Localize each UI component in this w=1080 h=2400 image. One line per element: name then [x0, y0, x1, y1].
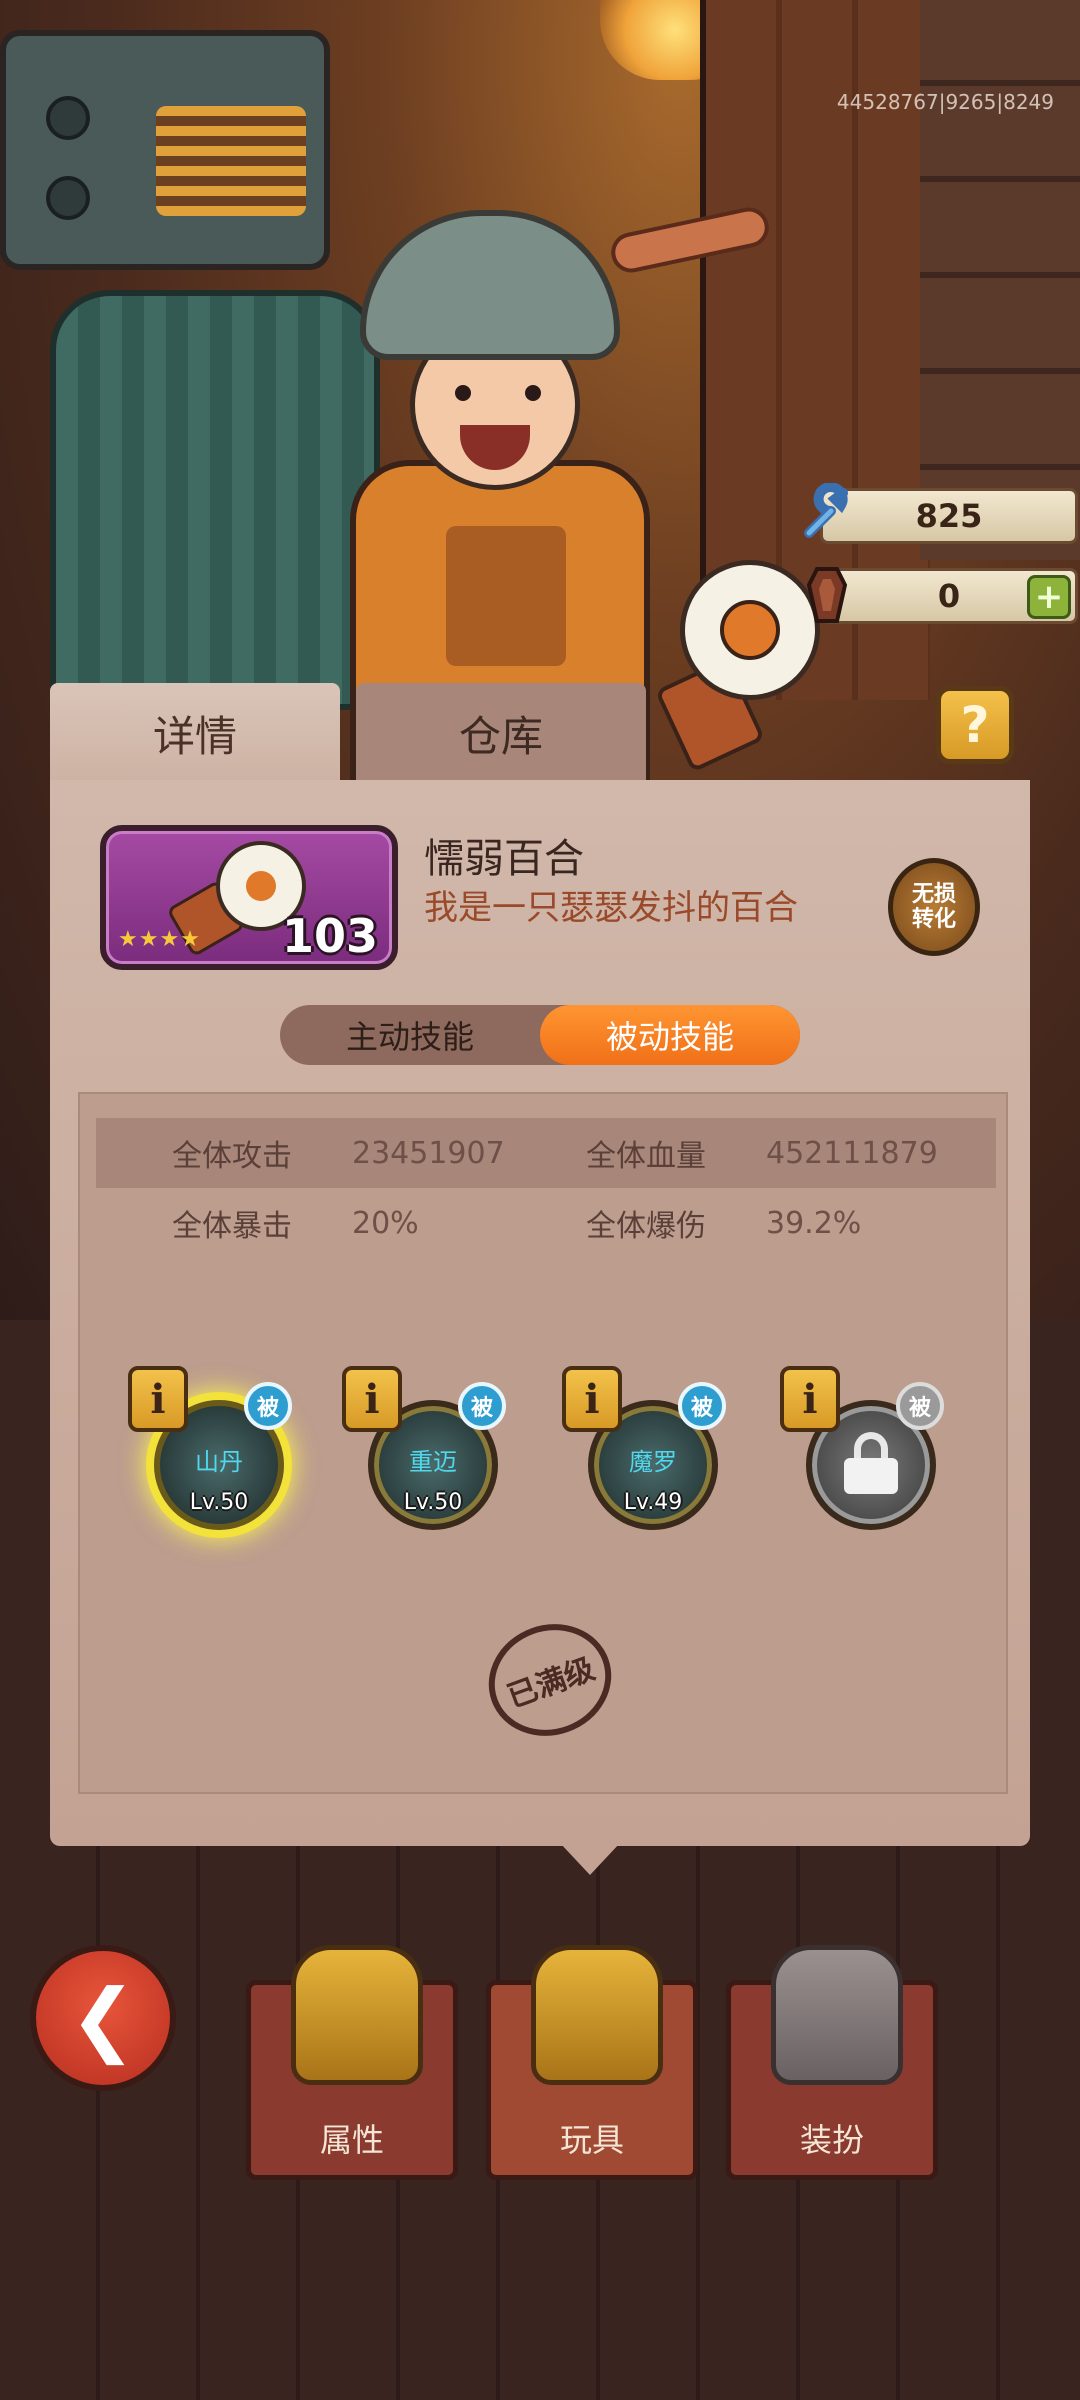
character-bust-icon	[291, 1945, 423, 2085]
coffin-currency-value: 0	[937, 577, 961, 615]
nav-outfit[interactable]: 装扮	[726, 1945, 938, 2180]
lossless-convert-button[interactable]: 无损 转化	[888, 858, 980, 956]
wrench-currency-value: 825	[915, 497, 983, 535]
active-skills-tab[interactable]: 主动技能	[280, 1005, 540, 1065]
skill-level: Lv.50	[189, 1490, 249, 1515]
skill-slot-4-locked[interactable]: i 被	[780, 1366, 946, 1540]
star-rating: ★★★★	[118, 927, 201, 952]
skill-name: 重迈	[409, 1448, 457, 1476]
crates-prop	[920, 0, 1080, 560]
stat-value-crit-dmg: 39.2%	[766, 1205, 862, 1241]
passive-skills-tab[interactable]: 被动技能	[540, 1005, 800, 1065]
passive-badge: 被	[678, 1382, 726, 1430]
nav-toys-label: 玩具	[559, 2121, 624, 2159]
convert-label-line2: 转化	[911, 907, 956, 932]
skill-slot-2[interactable]: 重迈 Lv.50 i 被	[342, 1366, 508, 1540]
stat-label-crit: 全体暴击	[172, 1209, 292, 1244]
back-arrow-icon: ❮	[69, 1971, 137, 2065]
skill-type-toggle: 主动技能 被动技能	[280, 1005, 800, 1065]
tab-warehouse[interactable]: 仓库	[356, 683, 646, 783]
skill-info-button[interactable]: i	[128, 1366, 188, 1432]
wrench-currency-bar: 825	[804, 483, 1078, 544]
skill-name: 山丹	[195, 1448, 243, 1476]
help-button[interactable]: ?	[936, 686, 1014, 764]
item-card[interactable]: ★★★★ 103	[100, 825, 398, 970]
stat-label-attack: 全体攻击	[172, 1139, 292, 1174]
convert-label-line1: 无损	[911, 881, 956, 907]
stat-label-hp: 全体血量	[586, 1139, 706, 1174]
wrench-icon	[804, 483, 848, 538]
coffin-currency-bar: 0 +	[806, 567, 1078, 624]
skill-info-button[interactable]: i	[780, 1366, 840, 1432]
skill-slot-3[interactable]: 魔罗 Lv.49 i 被	[562, 1366, 728, 1540]
skill-slot-1[interactable]: 山丹 Lv.50 i 被	[128, 1366, 294, 1540]
passive-badge: 被	[896, 1382, 944, 1430]
stat-value-crit: 20%	[352, 1205, 419, 1241]
item-name: 懦弱百合	[424, 836, 584, 882]
nav-outfit-label: 装扮	[799, 2121, 864, 2159]
skill-info-button[interactable]: i	[562, 1366, 622, 1432]
nav-toys[interactable]: 玩具	[486, 1945, 698, 2180]
nav-attributes[interactable]: 属性	[246, 1945, 458, 2180]
skill-info-button[interactable]: i	[342, 1366, 402, 1432]
skill-name: 魔罗	[629, 1448, 677, 1476]
item-description: 我是一只瑟瑟发抖的百合	[424, 888, 798, 928]
back-button[interactable]: ❮	[30, 1945, 176, 2091]
stat-row-2: 全体暴击 20% 全体爆伤 39.2%	[96, 1188, 996, 1258]
panel-pointer	[560, 1843, 620, 1875]
stat-row-1: 全体攻击 23451907 全体血量 452111879	[96, 1118, 996, 1188]
nav-attributes-label: 属性	[319, 2121, 384, 2159]
lock-icon	[844, 1432, 898, 1494]
toolbox-icon	[531, 1945, 663, 2085]
radio-prop	[0, 30, 330, 270]
tab-details[interactable]: 详情	[50, 683, 340, 783]
item-level: 103	[281, 909, 378, 963]
outfit-hanger-icon	[771, 1945, 903, 2085]
passive-badge: 被	[244, 1382, 292, 1430]
skill-level: Lv.49	[623, 1490, 683, 1515]
passive-badge: 被	[458, 1382, 506, 1430]
server-id-text: 44528767|9265|8249	[836, 90, 1054, 114]
stat-value-hp: 452111879	[766, 1135, 938, 1171]
plus-icon[interactable]: +	[1027, 575, 1071, 619]
coffin-icon	[806, 567, 848, 623]
stat-value-attack: 23451907	[352, 1135, 505, 1171]
stat-label-crit-dmg: 全体爆伤	[586, 1209, 706, 1244]
skill-level: Lv.50	[403, 1490, 463, 1515]
